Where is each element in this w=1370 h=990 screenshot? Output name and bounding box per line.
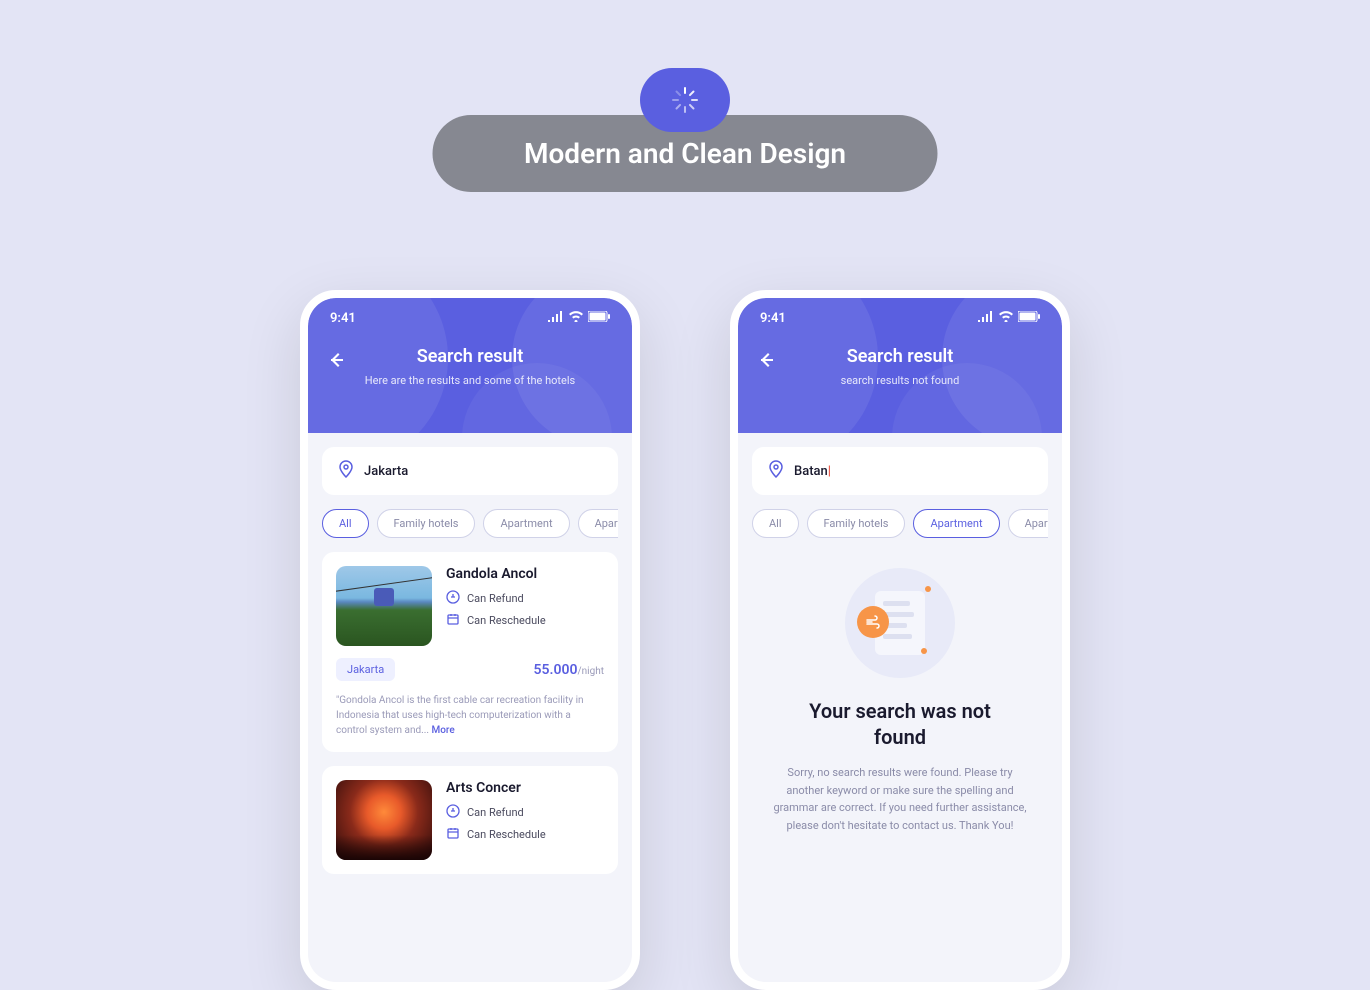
phone-mockup-empty: 9:41 Search result search results not fo…: [730, 290, 1070, 990]
filter-chip-apart[interactable]: Apart: [578, 509, 618, 538]
status-icons: [548, 310, 610, 326]
feature-refund: Can Refund: [467, 806, 524, 819]
wind-icon: [857, 606, 889, 638]
filter-chips: All Family hotels Apartment Apart: [752, 509, 1048, 538]
status-time: 9:41: [760, 311, 786, 326]
page-subtitle: Here are the results and some of the hot…: [308, 373, 632, 390]
banner-title: Modern and Clean Design: [488, 137, 883, 170]
battery-icon: [1018, 311, 1040, 326]
result-card[interactable]: Arts Concer Can Refund Can Reschedule: [322, 766, 618, 874]
status-time: 9:41: [330, 311, 356, 326]
result-title: Gandola Ancol: [446, 566, 604, 582]
filter-chip-family[interactable]: Family hotels: [807, 509, 906, 538]
wifi-icon: [998, 310, 1014, 326]
status-bar: 9:41: [308, 310, 632, 326]
battery-icon: [588, 311, 610, 326]
spinner-badge: [640, 68, 730, 132]
feature-reschedule: Can Reschedule: [467, 828, 546, 841]
more-link[interactable]: More: [432, 725, 455, 736]
status-bar: 9:41: [738, 310, 1062, 326]
search-input[interactable]: Batan|: [752, 447, 1048, 495]
empty-title: Your search was not found: [762, 698, 1038, 750]
result-image: [336, 780, 432, 860]
back-button[interactable]: [756, 350, 776, 370]
back-button[interactable]: [326, 350, 346, 370]
page-subtitle: search results not found: [738, 373, 1062, 390]
result-image: [336, 566, 432, 646]
page-title: Search result: [308, 346, 632, 367]
filter-chip-apartment[interactable]: Apartment: [913, 509, 999, 538]
filter-chips: All Family hotels Apartment Apart: [322, 509, 618, 538]
status-icons: [978, 310, 1040, 326]
price: 55.000/night: [534, 662, 604, 678]
filter-chip-family[interactable]: Family hotels: [377, 509, 476, 538]
feature-refund: Can Refund: [467, 592, 524, 605]
calendar-icon: [446, 826, 460, 843]
location-pin-icon: [338, 460, 354, 482]
filter-chip-all[interactable]: All: [322, 509, 369, 538]
phone-header: 9:41 Search result search results not fo…: [738, 298, 1062, 433]
result-title: Arts Concer: [446, 780, 604, 796]
refund-icon: [446, 590, 460, 607]
location-pin-icon: [768, 460, 784, 482]
page-title: Search result: [738, 346, 1062, 367]
empty-illustration: [845, 568, 955, 678]
phone-header: 9:41 Search result Here are the results …: [308, 298, 632, 433]
calendar-icon: [446, 612, 460, 629]
result-card[interactable]: Gandola Ancol Can Refund Can Reschedule …: [322, 552, 618, 752]
search-input[interactable]: Jakarta: [322, 447, 618, 495]
signal-icon: [548, 310, 564, 326]
filter-chip-apart[interactable]: Apart: [1008, 509, 1048, 538]
feature-reschedule: Can Reschedule: [467, 614, 546, 627]
wifi-icon: [568, 310, 584, 326]
empty-state: Your search was not found Sorry, no sear…: [752, 538, 1048, 834]
refund-icon: [446, 804, 460, 821]
spinner-icon: [672, 87, 698, 113]
filter-chip-all[interactable]: All: [752, 509, 799, 538]
search-value: Batan|: [794, 464, 831, 479]
signal-icon: [978, 310, 994, 326]
phone-mockup-results: 9:41 Search result Here are the results …: [300, 290, 640, 990]
filter-chip-apartment[interactable]: Apartment: [483, 509, 569, 538]
location-tag: Jakarta: [336, 658, 395, 681]
search-value: Jakarta: [364, 464, 408, 479]
empty-message: Sorry, no search results were found. Ple…: [762, 764, 1038, 834]
result-description: "Gondola Ancol is the first cable car re…: [336, 693, 604, 738]
